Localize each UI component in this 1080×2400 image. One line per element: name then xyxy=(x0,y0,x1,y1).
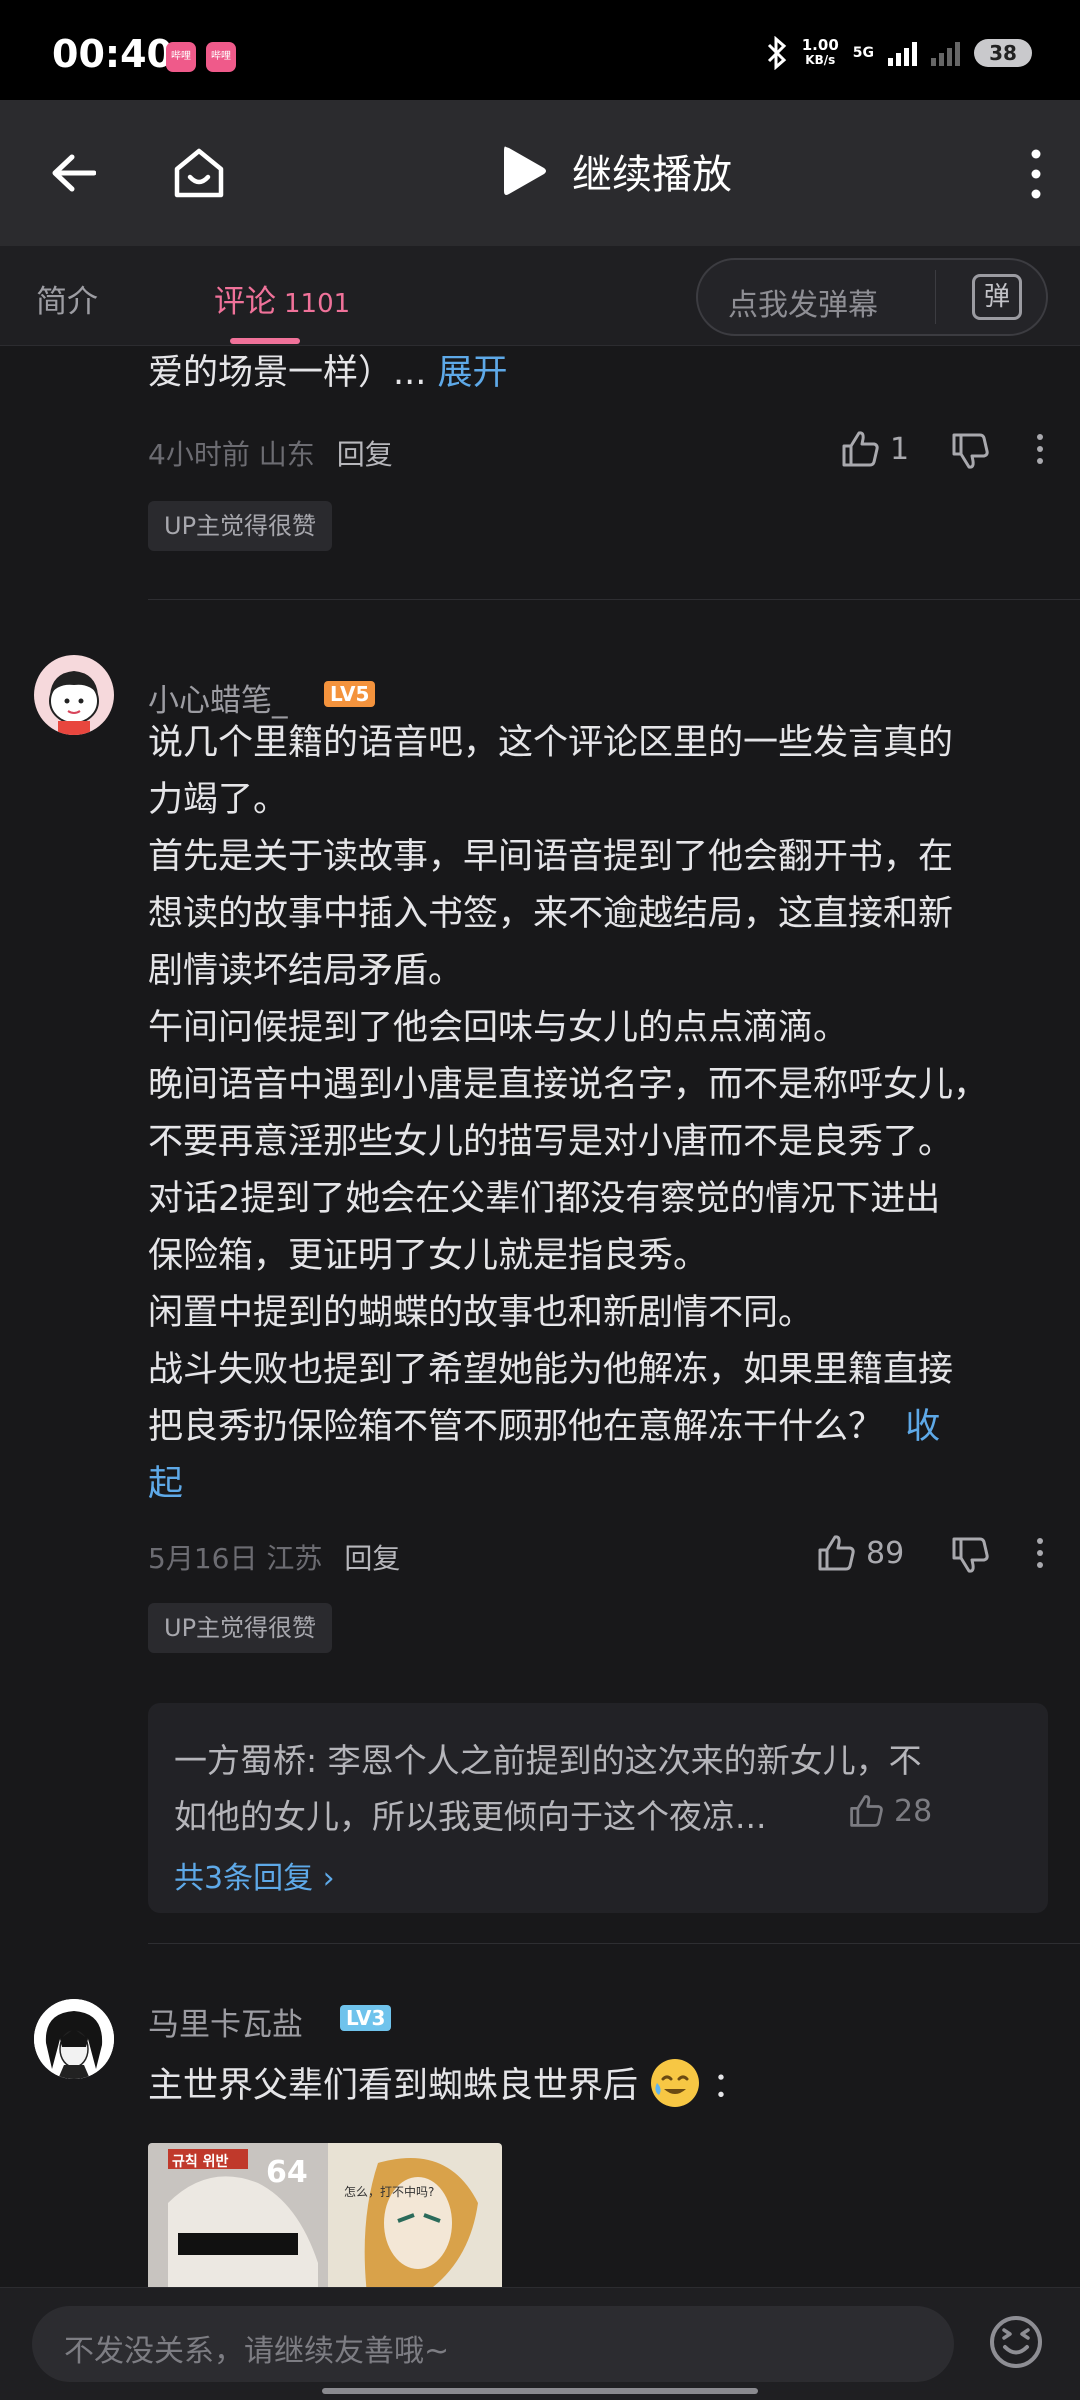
comment-image[interactable]: 규칙 위반 64 怎么，打不中吗? xyxy=(148,2143,502,2287)
view-all-replies-link[interactable]: 共3条回复 › xyxy=(174,1853,335,1897)
sub-reply-like-count: 28 xyxy=(894,1793,933,1829)
collapse-link[interactable]: 起 xyxy=(148,1456,1048,1513)
home-icon xyxy=(174,148,224,198)
danmaku-toggle-icon[interactable]: 弹 xyxy=(972,274,1022,320)
image-caption: 규칙 위반 xyxy=(172,2154,229,2170)
back-button[interactable] xyxy=(40,140,106,206)
crying-laugh-emoji-icon xyxy=(651,2059,700,2107)
image-caption: 怎么，打不中吗? xyxy=(344,2185,435,2199)
comment-meta: 5月16日 江苏 回复 xyxy=(148,1537,1048,1577)
user-avatar-image xyxy=(34,655,114,735)
reply-button[interactable]: 回复 xyxy=(344,1542,400,1575)
emoji-icon xyxy=(990,2316,1042,2368)
comment-input-bar: 不发没关系，请继续友善哦~ xyxy=(0,2287,1080,2400)
thumbs-up-icon xyxy=(842,431,879,467)
like-count: 1 xyxy=(890,431,910,467)
image-caption: 64 xyxy=(266,2155,308,2190)
bilibili-app-icon: 哔哩 xyxy=(206,42,236,72)
dislike-button[interactable] xyxy=(950,431,990,471)
comment-text: 爱的场景一样）... 展开 xyxy=(148,353,508,393)
more-options-button[interactable] xyxy=(1016,144,1056,204)
bilibili-app-icon: 哔哩 xyxy=(166,42,196,72)
reply-button[interactable]: 回复 xyxy=(337,438,393,471)
sub-reply-like-button[interactable]: 28 xyxy=(848,1793,932,1829)
like-button[interactable]: 1 xyxy=(840,429,909,469)
comment-input[interactable]: 不发没关系，请继续友善哦~ xyxy=(32,2306,954,2382)
emoji-button[interactable] xyxy=(988,2314,1044,2370)
danmaku-input-button[interactable]: 点我发弹幕 弹 xyxy=(696,258,1048,336)
status-indicators: 1.00 KB/s 5G 38 xyxy=(766,36,1032,70)
more-vertical-icon xyxy=(1037,1538,1043,1568)
network-type: 5G xyxy=(852,45,874,61)
signal-strength-sim2-icon xyxy=(931,40,960,66)
danmaku-placeholder: 点我发弹幕 xyxy=(728,288,878,323)
comment-text: 主世界父辈们看到蜘蛛良世界后 ： xyxy=(148,2057,1048,2115)
comment-more-button[interactable] xyxy=(1030,1533,1050,1573)
dislike-button[interactable] xyxy=(950,1535,990,1575)
bluetooth-icon xyxy=(767,36,786,70)
more-vertical-icon xyxy=(1037,434,1043,464)
comment-divider xyxy=(148,1943,1080,1944)
comment-time-location: 4小时前 山东 xyxy=(148,438,315,471)
avatar[interactable] xyxy=(34,655,114,735)
like-count: 89 xyxy=(866,1535,905,1571)
comment-username[interactable]: 马里卡瓦盐 xyxy=(148,1999,303,2044)
comment-time-location: 5月16日 江苏 xyxy=(148,1542,323,1575)
home-indicator[interactable] xyxy=(322,2388,758,2394)
tab-comments-count: 1101 xyxy=(284,289,351,319)
like-button[interactable]: 89 xyxy=(816,1533,904,1573)
user-avatar-image xyxy=(34,1999,114,2079)
comment-input-placeholder: 不发没关系，请继续友善哦~ xyxy=(64,2334,450,2369)
expand-link[interactable]: 展开 xyxy=(438,353,508,393)
up-liked-badge: UP主觉得很赞 xyxy=(148,501,333,551)
active-tab-indicator xyxy=(230,338,300,344)
comment-meta: 4小时前 山东 回复 xyxy=(148,433,1048,473)
divider xyxy=(935,270,936,324)
avatar[interactable] xyxy=(34,1999,114,2079)
sub-reply-box[interactable]: 一方蜀桥: 李恩个人之前提到的这次来的新女儿，不 如他的女儿，所以我更倾向于这个… xyxy=(148,1703,1048,1913)
comment-text: 说几个里籍的语音吧，这个评论区里的一些发言真的 力竭了。 首先是关于读故事，早间… xyxy=(148,715,1048,1513)
thumbs-up-icon xyxy=(818,1535,855,1571)
video-topbar: 继续播放 xyxy=(0,100,1080,246)
battery-indicator: 38 xyxy=(974,39,1032,67)
thumbs-up-icon xyxy=(850,1795,883,1827)
home-button[interactable] xyxy=(166,140,232,206)
comment-divider xyxy=(148,599,1080,600)
comment-more-button[interactable] xyxy=(1030,429,1050,469)
collapse-link[interactable]: 收 xyxy=(905,1407,940,1447)
comment-username[interactable]: 小心蜡笔_ xyxy=(148,675,288,720)
up-liked-badge: UP主觉得很赞 xyxy=(148,1603,333,1653)
status-bar: 00:40 哔哩 哔哩 1.00 KB/s 5G 38 xyxy=(0,0,1080,100)
back-arrow-icon xyxy=(52,154,96,192)
status-time: 00:40 xyxy=(52,32,173,76)
user-level-badge: LV3 xyxy=(340,2005,392,2031)
comment-list[interactable]: 爱的场景一样）... 展开 4小时前 山东 回复 1 UP主觉得很赞 小心蜡笔_ … xyxy=(0,347,1080,2287)
thumbs-down-icon xyxy=(952,1537,989,1573)
user-level-badge: LV5 xyxy=(324,681,376,707)
play-icon xyxy=(504,146,546,195)
tab-comments[interactable]: 评论 1101 xyxy=(214,276,350,321)
continue-play-label: 继续播放 xyxy=(572,152,732,198)
thumbs-down-icon xyxy=(952,433,989,469)
network-speed: 1.00 KB/s xyxy=(801,36,839,68)
tab-comments-label: 评论 xyxy=(214,284,276,320)
more-vertical-icon xyxy=(1031,149,1041,199)
continue-play-button[interactable]: 继续播放 xyxy=(500,142,732,200)
signal-strength-icon xyxy=(888,40,917,66)
tab-intro[interactable]: 简介 xyxy=(36,276,98,321)
